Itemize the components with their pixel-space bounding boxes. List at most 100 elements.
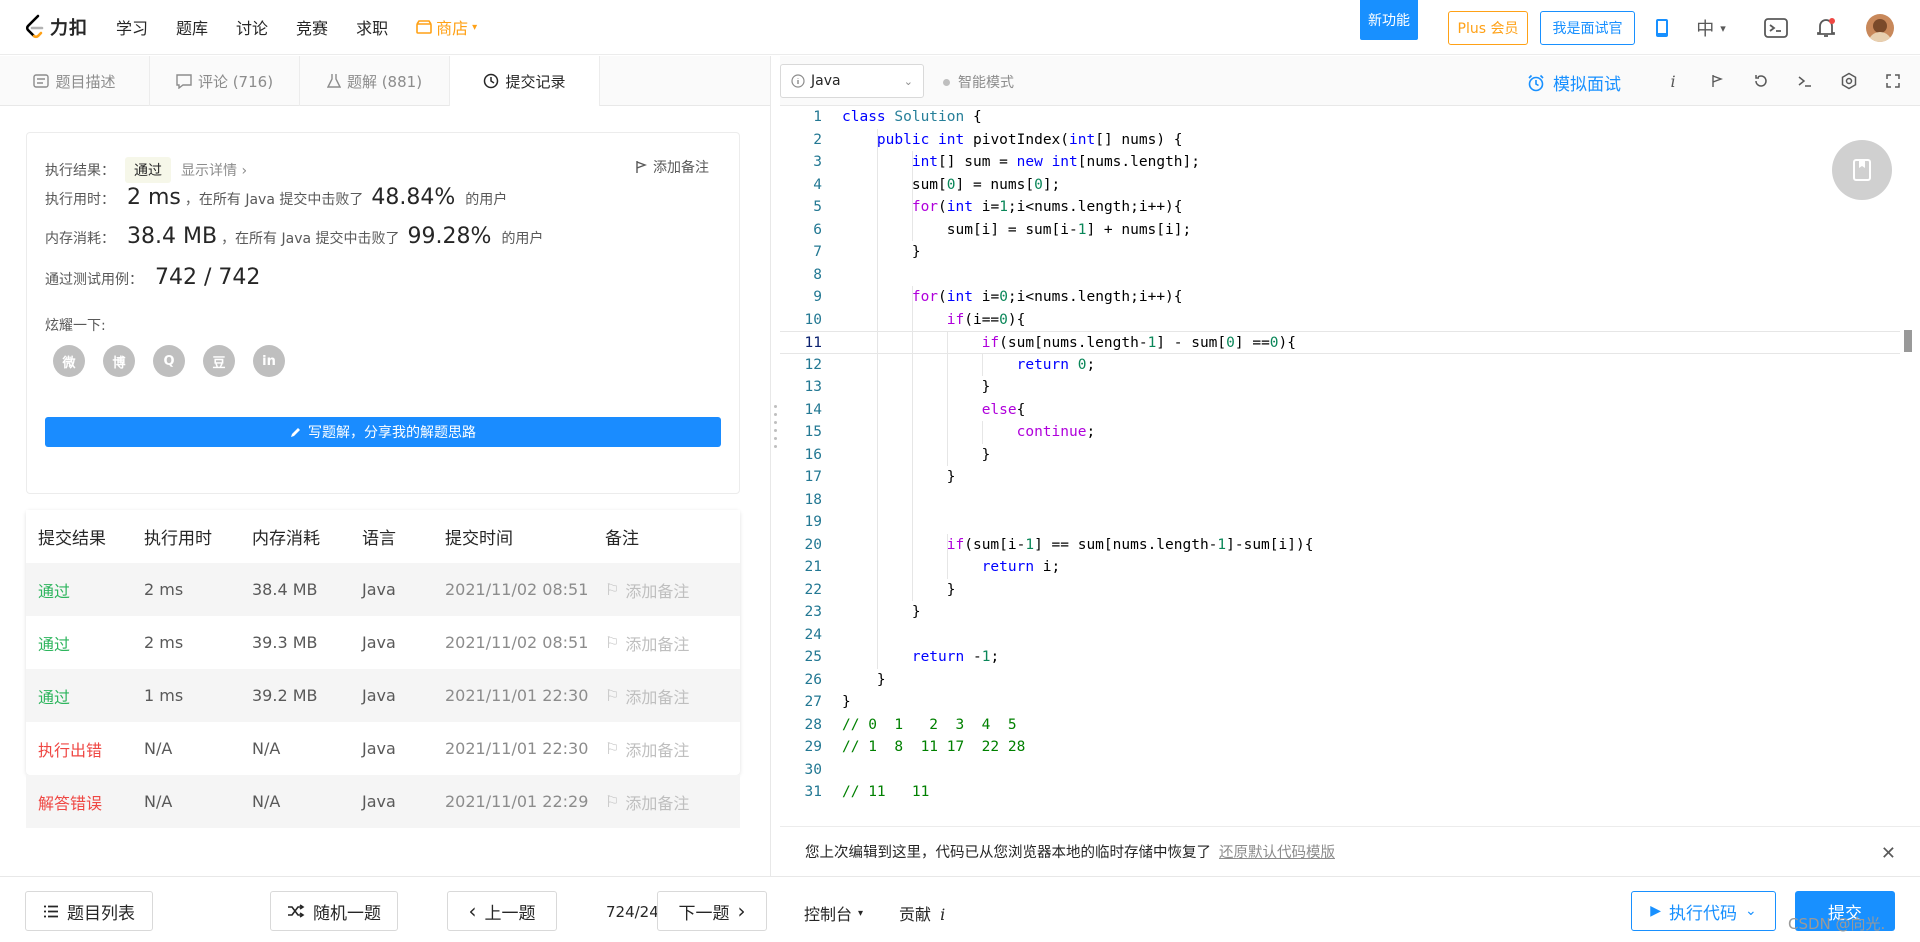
- row-add-note[interactable]: ⚐ 添加备注: [605, 684, 740, 708]
- mock-interview-button[interactable]: 模拟面试: [1527, 70, 1621, 95]
- tab-solutions[interactable]: 题解 (881): [300, 56, 450, 106]
- tab-comments[interactable]: 评论 (716): [150, 56, 300, 106]
- code-line[interactable]: 8: [780, 264, 1900, 287]
- table-row[interactable]: 执行出错 N/A N/A Java 2021/11/01 22:30 ⚐ 添加备注: [26, 722, 740, 775]
- reset-icon[interactable]: [1750, 70, 1772, 92]
- nav-problemset[interactable]: 题库: [176, 15, 208, 39]
- next-problem-button[interactable]: 下一题 ›: [657, 891, 767, 931]
- panel-splitter[interactable]: [770, 56, 780, 876]
- code-line[interactable]: 6 sum[i] = sum[i-1] + nums[i];: [780, 219, 1900, 242]
- row-add-note[interactable]: ⚐ 添加备注: [605, 578, 740, 602]
- nav-contest[interactable]: 竞赛: [296, 15, 328, 39]
- code-line[interactable]: 25 return -1;: [780, 646, 1900, 669]
- leetcode-logo[interactable]: 力扣: [24, 0, 88, 55]
- show-details-link[interactable]: 显示详情 ›: [181, 160, 247, 180]
- close-icon[interactable]: ✕: [1881, 843, 1896, 864]
- row-add-note[interactable]: ⚐ 添加备注: [605, 631, 740, 655]
- nav-discuss[interactable]: 讨论: [236, 15, 268, 39]
- scrollbar-thumb[interactable]: [1904, 330, 1912, 352]
- code-line[interactable]: 12 return 0;: [780, 354, 1900, 377]
- fullscreen-icon[interactable]: [1882, 70, 1904, 92]
- console-toggle[interactable]: 控制台 ▾: [804, 901, 863, 925]
- plus-member-button[interactable]: Plus 会员: [1448, 11, 1528, 45]
- language-select[interactable]: Java ⌄: [780, 64, 924, 98]
- code-line[interactable]: 18: [780, 489, 1900, 512]
- settings-icon[interactable]: [1838, 70, 1860, 92]
- tab-description[interactable]: 题目描述: [0, 56, 150, 106]
- code-line[interactable]: 31 // 11 11: [780, 781, 1900, 804]
- row-status[interactable]: 执行出错: [26, 737, 144, 761]
- terminal-icon[interactable]: [1794, 70, 1816, 92]
- code-line[interactable]: 4 sum[0] = nums[0];: [780, 174, 1900, 197]
- splitter-grip-icon[interactable]: [772, 405, 778, 465]
- code-line[interactable]: 14 else{: [780, 399, 1900, 422]
- info-italic-icon[interactable]: i: [1662, 70, 1684, 92]
- code-line[interactable]: 7 }: [780, 241, 1900, 264]
- contribute-button[interactable]: 贡献 i: [899, 901, 945, 925]
- table-row[interactable]: 通过 2 ms 39.3 MB Java 2021/11/02 08:51 ⚐ 添…: [26, 616, 740, 669]
- code-line[interactable]: 30: [780, 759, 1900, 782]
- row-add-note[interactable]: ⚐ 添加备注: [605, 790, 740, 814]
- code-line[interactable]: 20 if(sum[i-1] == sum[nums.length-1]-sum…: [780, 534, 1900, 557]
- table-row[interactable]: 通过 2 ms 38.4 MB Java 2021/11/02 08:51 ⚐ 添…: [26, 563, 740, 616]
- code-line[interactable]: 5 for(int i=1;i<nums.length;i++){: [780, 196, 1900, 219]
- code-line[interactable]: 10 if(i==0){: [780, 309, 1900, 332]
- code-line[interactable]: 17 }: [780, 466, 1900, 489]
- smart-mode-toggle[interactable]: 智能模式: [943, 72, 1014, 92]
- code-line[interactable]: 23 }: [780, 601, 1900, 624]
- code-line[interactable]: 3 int[] sum = new int[nums.length];: [780, 151, 1900, 174]
- weibo-icon[interactable]: 博: [103, 345, 135, 377]
- mobile-icon[interactable]: [1648, 14, 1676, 42]
- code-line[interactable]: 15 continue;: [780, 421, 1900, 444]
- linkedin-icon[interactable]: in: [253, 345, 285, 377]
- table-row[interactable]: 通过 1 ms 39.2 MB Java 2021/11/01 22:30 ⚐ 添…: [26, 669, 740, 722]
- interviewer-button[interactable]: 我是面试官: [1540, 11, 1635, 45]
- tab-submissions[interactable]: 提交记录: [450, 56, 600, 106]
- qq-icon[interactable]: Q: [153, 345, 185, 377]
- code-line[interactable]: 22 }: [780, 579, 1900, 602]
- code-line[interactable]: 21 return i;: [780, 556, 1900, 579]
- code-line[interactable]: 11 if(sum[nums.length-1] - sum[0] ==0){: [780, 331, 1900, 354]
- row-status[interactable]: 通过: [26, 684, 144, 708]
- code-line[interactable]: 29 // 1 8 11 17 22 28: [780, 736, 1900, 759]
- add-note-button[interactable]: 添加备注: [635, 157, 709, 177]
- row-status[interactable]: 通过: [26, 578, 144, 602]
- table-row[interactable]: 解答错误 N/A N/A Java 2021/11/01 22:29 ⚐ 添加备注: [26, 775, 740, 828]
- code-line[interactable]: 16 }: [780, 444, 1900, 467]
- nav-learn[interactable]: 学习: [116, 15, 148, 39]
- problem-list-button[interactable]: 题目列表: [25, 891, 153, 931]
- nav-jobs[interactable]: 求职: [356, 15, 388, 39]
- restore-default-link[interactable]: 还原默认代码模版: [1219, 841, 1335, 862]
- flag-icon[interactable]: [1706, 70, 1728, 92]
- code-editor[interactable]: 1 class Solution {2 public int pivotIndex…: [780, 106, 1900, 826]
- row-status[interactable]: 解答错误: [26, 790, 144, 814]
- run-code-button[interactable]: ▶ 执行代码 ⌄: [1631, 891, 1776, 931]
- notification-bell-icon[interactable]: [1812, 14, 1840, 42]
- line-number: 2: [813, 131, 822, 148]
- code-line[interactable]: 19: [780, 511, 1900, 534]
- row-time: 2021/11/02 08:51: [445, 580, 589, 599]
- language-switch[interactable]: 中 ▾: [1686, 14, 1736, 42]
- bookmark-icon[interactable]: [1832, 140, 1892, 200]
- code-line[interactable]: 2 public int pivotIndex(int[] nums) {: [780, 129, 1900, 152]
- code-line[interactable]: 1 class Solution {: [780, 106, 1900, 129]
- new-feature-badge[interactable]: 新功能: [1360, 0, 1418, 40]
- line-number: 13: [804, 379, 822, 395]
- code-line[interactable]: 28 // 0 1 2 3 4 5: [780, 714, 1900, 737]
- random-problem-button[interactable]: 随机一题: [270, 891, 398, 931]
- code-line[interactable]: 27}: [780, 691, 1900, 714]
- code-line[interactable]: 13 }: [780, 376, 1900, 399]
- code-line[interactable]: 9 for(int i=0;i<nums.length;i++){: [780, 286, 1900, 309]
- row-status[interactable]: 通过: [26, 631, 144, 655]
- code-line[interactable]: 26 }: [780, 669, 1900, 692]
- code-line[interactable]: 24: [780, 624, 1900, 647]
- write-solution-button[interactable]: 写题解，分享我的解题思路: [45, 417, 721, 447]
- prev-problem-button[interactable]: ‹ 上一题: [447, 891, 557, 931]
- line-number: 12: [804, 356, 822, 373]
- console-icon[interactable]: [1762, 14, 1790, 42]
- wechat-icon[interactable]: 微: [53, 345, 85, 377]
- nav-store[interactable]: 商店 ▾: [416, 15, 477, 39]
- row-add-note[interactable]: ⚐ 添加备注: [605, 737, 740, 761]
- douban-icon[interactable]: 豆: [203, 345, 235, 377]
- avatar[interactable]: [1866, 14, 1894, 42]
